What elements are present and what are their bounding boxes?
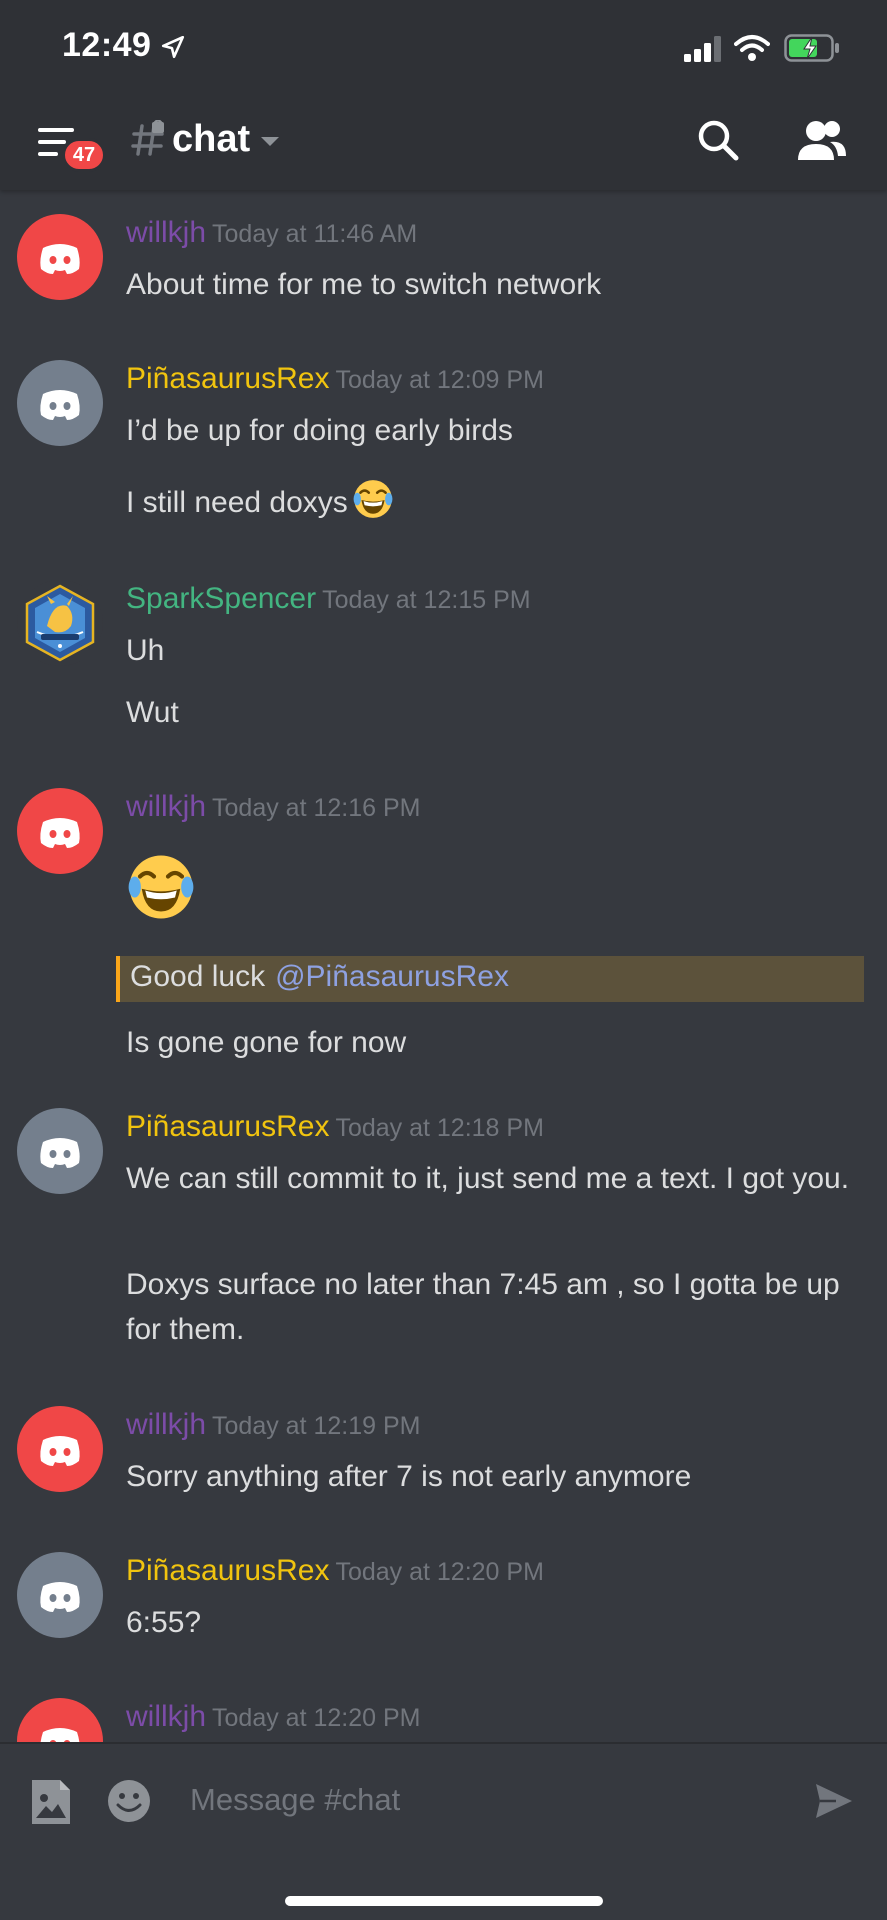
message-text: I’d be up for doing early birds xyxy=(126,414,513,447)
message-input[interactable] xyxy=(190,1772,770,1828)
avatar[interactable] xyxy=(17,360,103,446)
username[interactable]: willkjh xyxy=(126,1700,206,1733)
pokemon-badge-avatar xyxy=(25,584,95,662)
username[interactable]: PiñasaurusRex xyxy=(126,1110,329,1143)
battery-icon xyxy=(784,34,839,62)
username[interactable]: willkjh xyxy=(126,790,206,823)
avatar[interactable] xyxy=(17,580,103,666)
avatar[interactable] xyxy=(17,1406,103,1492)
discord-logo-icon xyxy=(40,244,80,274)
message-text: Sorry anything after 7 is not early anym… xyxy=(126,1460,692,1493)
discord-logo-icon xyxy=(40,1728,80,1742)
status-bar: 12:49 xyxy=(0,0,887,96)
message-list[interactable]: willkjh Today at 11:46 AM About time for … xyxy=(0,190,887,1742)
discord-logo-icon xyxy=(40,1138,80,1168)
message-text: I still need doxys xyxy=(126,486,348,519)
message-text: We can still commit to it, just send me … xyxy=(126,1162,850,1195)
avatar[interactable] xyxy=(17,1698,103,1742)
timestamp: Today at 12:15 PM xyxy=(322,586,531,614)
laughing-emoji-icon xyxy=(128,855,194,919)
home-indicator[interactable] xyxy=(285,1896,603,1906)
timestamp: Today at 12:19 PM xyxy=(212,1412,421,1440)
username[interactable]: willkjh xyxy=(126,1408,206,1441)
timestamp: Today at 12:16 PM xyxy=(212,794,421,822)
message-text: Good luck xyxy=(130,960,266,993)
top-bar: 12:49 47 chat xyxy=(0,0,887,190)
status-time: 12:49 xyxy=(62,26,152,64)
avatar[interactable] xyxy=(17,1108,103,1194)
laughing-emoji-icon xyxy=(353,480,393,518)
members-icon[interactable] xyxy=(796,118,848,162)
message-text: Uh xyxy=(126,634,165,667)
message-composer xyxy=(0,1742,887,1920)
username[interactable]: PiñasaurusRex xyxy=(126,1554,329,1587)
notification-badge: 47 xyxy=(62,138,106,172)
caret-down-icon[interactable] xyxy=(258,134,282,150)
message-text: About time for me to switch network xyxy=(126,268,602,301)
user-mention[interactable]: @PiñasaurusRex xyxy=(275,960,509,993)
message-text: 6:55? xyxy=(126,1606,202,1639)
discord-logo-icon xyxy=(40,1582,80,1612)
username[interactable]: PiñasaurusRex xyxy=(126,362,329,395)
search-icon[interactable] xyxy=(696,118,740,162)
hash-icon xyxy=(131,120,164,156)
username[interactable]: willkjh xyxy=(126,216,206,249)
avatar[interactable] xyxy=(17,788,103,874)
image-upload-icon[interactable] xyxy=(30,1778,72,1826)
timestamp: Today at 12:20 PM xyxy=(335,1558,544,1586)
channel-title[interactable]: chat xyxy=(172,118,250,161)
message-text-row: I still need doxys xyxy=(126,478,856,525)
timestamp: Today at 12:20 PM xyxy=(212,1704,421,1732)
timestamp: Today at 11:46 AM xyxy=(212,220,418,248)
wifi-icon xyxy=(734,35,770,61)
location-arrow-icon xyxy=(161,35,185,59)
message-text: Is gone gone for now xyxy=(126,1026,407,1059)
username[interactable]: SparkSpencer xyxy=(126,582,316,615)
signal-icon xyxy=(684,36,721,62)
avatar[interactable] xyxy=(17,1552,103,1638)
timestamp: Today at 12:18 PM xyxy=(335,1114,544,1142)
message-text: Doxys surface no later than 7:45 am , so… xyxy=(126,1268,840,1346)
emoji-icon[interactable] xyxy=(106,1778,152,1824)
discord-logo-icon xyxy=(40,1436,80,1466)
discord-logo-icon xyxy=(40,390,80,420)
avatar[interactable] xyxy=(17,214,103,300)
discord-logo-icon xyxy=(40,818,80,848)
send-icon[interactable] xyxy=(814,1782,854,1820)
timestamp: Today at 12:09 PM xyxy=(335,366,544,394)
mention-highlight: Good luck @PiñasaurusRex xyxy=(116,956,864,1002)
message-text: Wut xyxy=(126,696,179,729)
channel-header: 47 chat xyxy=(0,96,887,190)
